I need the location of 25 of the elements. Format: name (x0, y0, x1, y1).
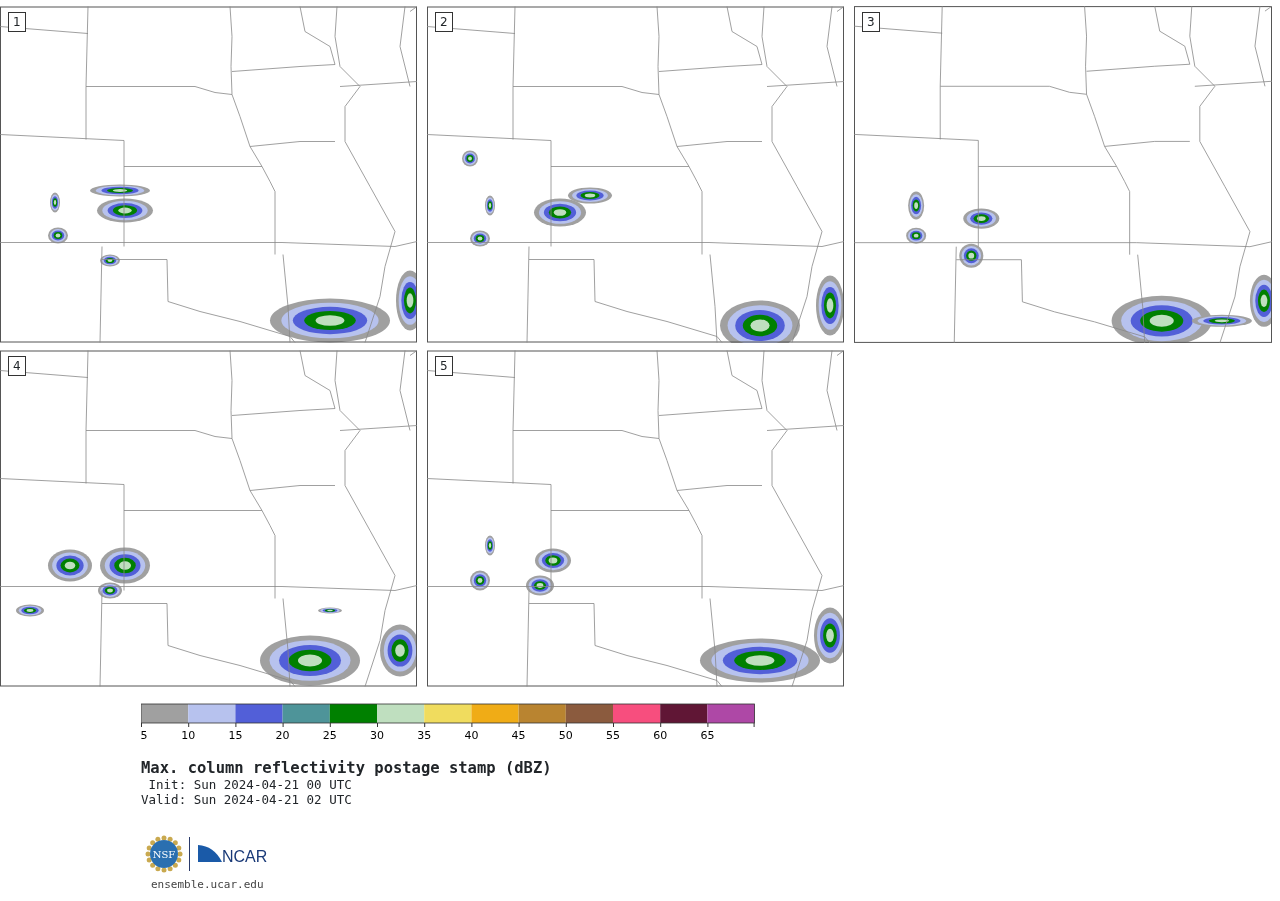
tick-label: 35 (417, 729, 432, 742)
panel-number: 3 (862, 12, 880, 32)
tick-label: 45 (511, 729, 526, 742)
tick-label: 40 (464, 729, 479, 742)
tick-label: 30 (370, 729, 384, 742)
panel-number: 5 (435, 356, 453, 376)
tick-label: 25 (322, 729, 337, 742)
panel-number: 1 (8, 12, 26, 32)
panel-number: 2 (435, 12, 453, 32)
init-time: Init: Sun 2024-04-21 00 UTC (147, 777, 353, 792)
tick-mark (753, 722, 755, 728)
valid-time: Valid: Sun 2024-04-21 02 UTC (141, 792, 353, 807)
chart-title: Max. column reflectivity postage stamp (dBZ) (141, 759, 553, 777)
panel-number: 4 (8, 356, 26, 376)
tick-label: 15 (228, 729, 243, 742)
tick-label: 5 (141, 729, 148, 742)
tick-label: 50 (558, 729, 573, 742)
tick-label: 10 (181, 729, 196, 742)
tick-label: 55 (606, 729, 620, 742)
website-url: ensemble.ucar.edu (151, 877, 265, 893)
tick-label: 65 (700, 729, 715, 742)
tick-label: 60 (653, 729, 668, 742)
ncar-logo: NCAR (196, 842, 272, 866)
tick-label: 20 (275, 729, 290, 742)
nsf-logo: NSF (145, 835, 183, 873)
